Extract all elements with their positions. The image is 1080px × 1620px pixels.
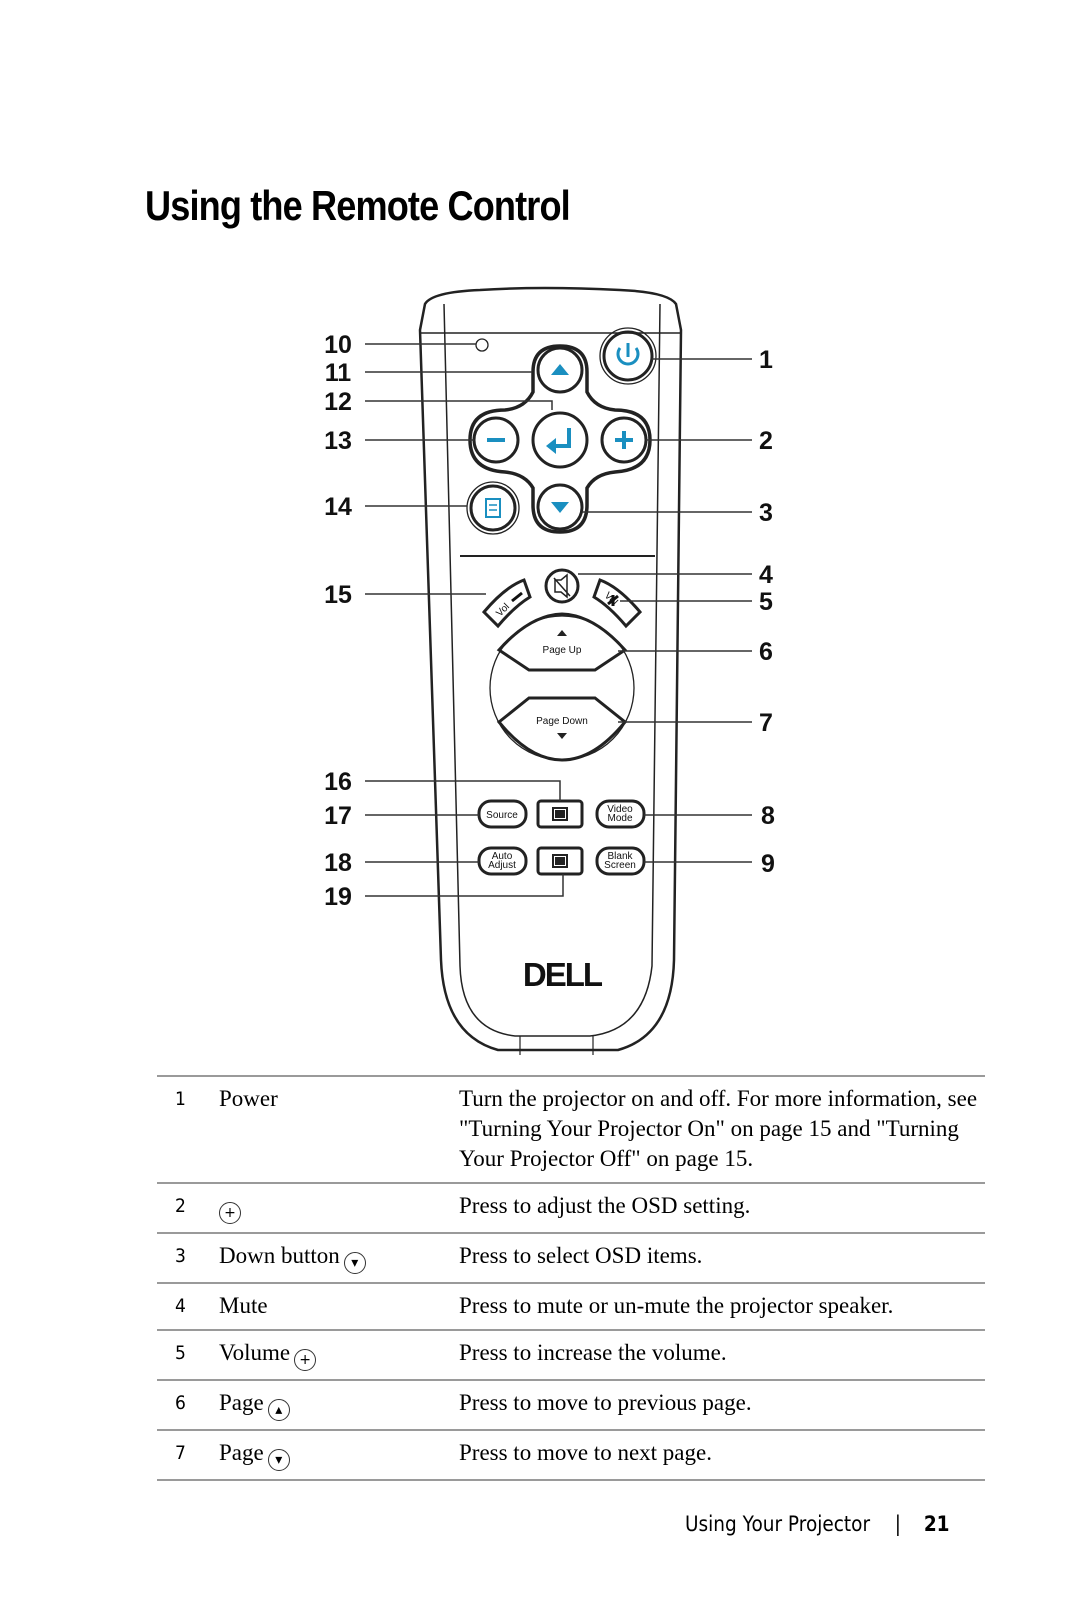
legend-name-text: Power xyxy=(219,1086,278,1111)
up-arrow-circle-icon: ▴ xyxy=(267,1399,290,1421)
callout-9: 9 xyxy=(761,850,775,878)
vol-minus-label: Vol xyxy=(494,602,512,620)
page-up-arrow-icon xyxy=(557,630,567,636)
legend-row: 7 Page ▾ Press to move to next page. xyxy=(157,1430,985,1480)
legend-name-text: Page xyxy=(219,1390,264,1415)
legend-row: 2 + Press to adjust the OSD setting. xyxy=(157,1183,985,1233)
remote-control-diagram: Page Up Page Down Vol Vol Source Video M… xyxy=(324,286,775,1055)
source-label: Source xyxy=(486,810,518,821)
legend-button-name: Page ▴ xyxy=(219,1380,459,1430)
callout-2: 2 xyxy=(759,427,773,455)
page-down-arrow-icon xyxy=(557,733,567,739)
legend-name-text: Down button xyxy=(219,1243,340,1268)
plus-circle-icon: + xyxy=(294,1349,317,1371)
legend-description: Press to move to next page. xyxy=(459,1440,712,1465)
legend-description: Press to mute or un-mute the projector s… xyxy=(459,1293,894,1318)
page-up-label: Page Up xyxy=(543,645,582,656)
page-down-label: Page Down xyxy=(536,716,588,727)
callout-17: 17 xyxy=(324,802,352,830)
legend-button-name: Mute xyxy=(219,1283,459,1330)
legend-number: 3 xyxy=(175,1245,186,1267)
page-footer: Using Your Projector | 21 xyxy=(685,1512,950,1536)
led-indicator xyxy=(475,338,489,352)
legend-number: 2 xyxy=(175,1195,186,1217)
dell-logo: DELL xyxy=(523,956,603,993)
legend-button-name: Volume + xyxy=(219,1330,459,1380)
legend-number: 4 xyxy=(175,1295,186,1317)
legend-number: 1 xyxy=(175,1088,186,1110)
legend-number: 6 xyxy=(175,1392,186,1414)
footer-section-title: Using Your Projector xyxy=(685,1512,871,1536)
callout-3: 3 xyxy=(759,499,773,527)
legend-button-name: Down button ▾ xyxy=(219,1233,459,1283)
page-up-button[interactable] xyxy=(496,612,628,672)
callout-13: 13 xyxy=(324,427,352,455)
vol-plus-button[interactable] xyxy=(592,578,643,629)
mute-icon xyxy=(553,573,571,599)
callout-1: 1 xyxy=(759,346,773,374)
blank-screen-label-2: Screen xyxy=(604,860,636,871)
legend-number: 5 xyxy=(175,1342,186,1364)
legend-row: 1 Power Turn the projector on and off. For… xyxy=(157,1076,985,1183)
footer-separator: | xyxy=(894,1512,901,1536)
video-mode-label-2: Mode xyxy=(607,813,632,824)
legend-description: Press to adjust the OSD setting. xyxy=(459,1193,751,1218)
legend-description: Turn the projector on and off. For more … xyxy=(459,1086,978,1171)
callout-6: 6 xyxy=(759,638,773,666)
callout-11: 11 xyxy=(325,359,352,387)
callout-14: 14 xyxy=(324,493,352,521)
legend-row: 4 Mute Press to mute or un-mute the projec… xyxy=(157,1283,985,1330)
callout-16: 16 xyxy=(324,768,352,796)
legend-number: 7 xyxy=(175,1442,186,1464)
down-arrow-circle-icon: ▾ xyxy=(343,1252,366,1274)
legend-description: Press to move to previous page. xyxy=(459,1390,752,1415)
callout-12: 12 xyxy=(324,388,352,416)
button-legend-table: 1 Power Turn the projector on and off. For… xyxy=(157,1075,985,1481)
callout-10: 10 xyxy=(324,331,352,359)
down-arrow-icon xyxy=(551,502,569,513)
legend-name-text: Volume xyxy=(219,1340,291,1365)
down-arrow-circle-icon: ▾ xyxy=(267,1449,290,1471)
callout-8: 8 xyxy=(761,802,775,830)
legend-button-name: Page ▾ xyxy=(219,1430,459,1480)
callout-5: 5 xyxy=(759,588,773,616)
legend-button-name: + xyxy=(219,1183,459,1233)
callout-19: 19 xyxy=(324,883,352,911)
menu-button[interactable] xyxy=(469,484,517,532)
page-number: 21 xyxy=(923,1512,950,1536)
legend-row: 5 Volume + Press to increase the volume. xyxy=(157,1330,985,1380)
vol-minus-button[interactable] xyxy=(481,578,532,629)
callout-7: 7 xyxy=(759,709,773,737)
legend-row: 6 Page ▴ Press to move to previous page. xyxy=(157,1380,985,1430)
callout-4: 4 xyxy=(759,561,773,589)
legend-description: Press to select OSD items. xyxy=(459,1243,703,1268)
legend-name-text: Mute xyxy=(219,1293,268,1318)
callout-15: 15 xyxy=(324,581,352,609)
plus-circle-icon: + xyxy=(219,1202,241,1224)
legend-row: 3 Down button ▾ Press to select OSD items. xyxy=(157,1233,985,1283)
callout-18: 18 xyxy=(324,849,352,877)
page-down-button[interactable] xyxy=(496,696,628,762)
plus-icon xyxy=(615,431,633,449)
up-arrow-icon xyxy=(551,364,569,375)
legend-button-name: Power xyxy=(219,1076,459,1183)
legend-description: Press to increase the volume. xyxy=(459,1340,727,1365)
menu-icon xyxy=(485,498,501,518)
legend-name-text: Page xyxy=(219,1440,264,1465)
auto-adjust-label-2: Adjust xyxy=(488,860,516,871)
